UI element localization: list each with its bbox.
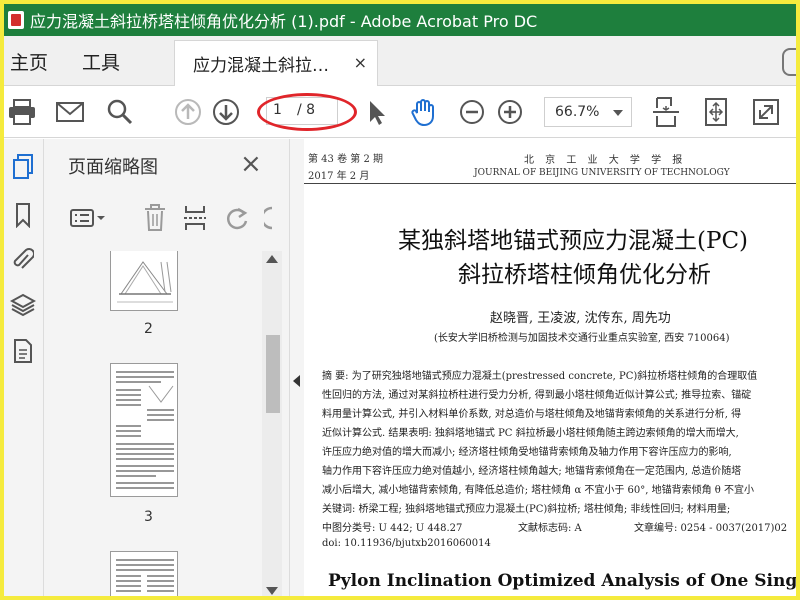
zoom-select[interactable]: 66.7% xyxy=(544,97,632,127)
english-title: Pylon Inclination Optimized Analysis of … xyxy=(328,571,796,591)
options-menu-icon[interactable] xyxy=(68,203,108,233)
scroll-down-icon[interactable] xyxy=(266,587,278,595)
abstract-line: 摘 要: 为了研究独塔地锚式预应力混凝土(prestressed concret… xyxy=(322,371,758,382)
rotate-icon[interactable] xyxy=(222,203,252,233)
journal-volume: 第 43 卷 第 2 期 2017 年 2 月 xyxy=(308,151,383,185)
search-icon[interactable] xyxy=(104,96,136,128)
collapse-panel-strip[interactable] xyxy=(290,139,304,596)
insert-page-icon[interactable] xyxy=(180,203,210,233)
keywords: 关键词: 桥梁工程; 独斜塔地锚式预应力混凝土(PC)斜拉桥; 塔柱倾角; 非线… xyxy=(322,504,731,515)
top-tabs-bar: 主页 工具 xyxy=(4,36,796,86)
document-tab-label: 应力混凝土斜拉桥... xyxy=(193,56,343,76)
window-title: 应力混凝土斜拉桥塔柱倾角优化分析 (1).pdf - Adobe Acrobat… xyxy=(30,12,538,31)
paper-title-line1: 某独斜塔地锚式预应力混凝土(PC) xyxy=(398,228,749,254)
zoom-value: 66.7% xyxy=(555,104,600,120)
delete-icon[interactable] xyxy=(140,203,170,233)
page-thumbnail[interactable] xyxy=(110,251,178,311)
zoom-out-icon[interactable] xyxy=(456,96,488,128)
paper-title-line2: 斜拉桥塔柱倾角优化分析 xyxy=(458,262,711,288)
paper-authors: 赵晓晋, 王凌波, 沈传东, 周先功 xyxy=(490,311,671,326)
attachment-icon[interactable] xyxy=(10,245,36,273)
acrobat-icon xyxy=(8,11,24,29)
thumbnail-label: 2 xyxy=(144,321,153,337)
red-annotation-ellipse xyxy=(257,93,357,131)
tab-home[interactable]: 主页 xyxy=(10,48,48,75)
document-tab[interactable]: 应力混凝土斜拉桥... × xyxy=(174,40,378,86)
abstract-line: 料用量计算公式, 并引入材料单价系数, 对总造价与塔柱倾角及地锚背索倾角的关系进… xyxy=(322,409,742,420)
thumbnails-scrollbar[interactable] xyxy=(262,251,282,596)
journal-name-english: JOURNAL OF BEIJING UNIVERSITY OF TECHNOL… xyxy=(474,168,730,178)
fit-width-icon[interactable] xyxy=(700,96,732,128)
fit-page-icon[interactable] xyxy=(648,96,684,128)
navigation-rail xyxy=(4,139,44,596)
thumbnails-list: 2 3 xyxy=(52,251,270,596)
journal-name: 北 京 工 业 大 学 学 报 xyxy=(524,155,687,166)
help-button[interactable] xyxy=(782,48,796,76)
fullscreen-icon[interactable] xyxy=(750,96,782,128)
tab-tools[interactable]: 工具 xyxy=(82,48,120,75)
page-thumbnail[interactable] xyxy=(110,363,178,497)
print-icon[interactable] xyxy=(6,96,38,128)
panel-title: 页面缩略图 xyxy=(68,157,158,178)
select-arrow-icon[interactable] xyxy=(360,96,392,128)
prev-page-icon[interactable] xyxy=(172,96,204,128)
title-bar: 应力混凝土斜拉桥塔柱倾角优化分析 (1).pdf - Adobe Acrobat… xyxy=(4,4,796,36)
thumbnail-label: 3 xyxy=(144,509,153,525)
more-tools-icon[interactable] xyxy=(262,203,276,233)
zoom-in-icon[interactable] xyxy=(494,96,526,128)
scrollbar-thumb[interactable] xyxy=(266,335,280,413)
document-properties-icon[interactable] xyxy=(10,337,36,365)
bookmark-icon[interactable] xyxy=(10,201,36,229)
email-icon[interactable] xyxy=(54,96,86,128)
header-rule xyxy=(304,183,796,184)
close-panel-icon[interactable]: × xyxy=(240,149,262,179)
abstract-line: 性回归的方法, 通过对某斜拉桥柱进行受力分析, 得到最小塔柱倾角近似计算公式; … xyxy=(322,390,752,401)
scroll-up-icon[interactable] xyxy=(266,255,278,263)
document-code: 文献标志码: A xyxy=(518,523,582,534)
classification-number: 中图分类号: U 442; U 448.27 xyxy=(322,523,463,534)
app-window: 应力混凝土斜拉桥塔柱倾角优化分析 (1).pdf - Adobe Acrobat… xyxy=(0,0,800,600)
close-tab-icon[interactable]: × xyxy=(354,53,367,72)
hand-icon[interactable] xyxy=(408,96,440,128)
journal-issue: 第 43 卷 第 2 期 xyxy=(308,154,383,165)
page-thumbnails-icon[interactable] xyxy=(10,153,36,181)
paper-affiliation: (长安大学旧桥检测与加固技术交通行业重点实验室, 西安 710064) xyxy=(434,333,730,344)
abstract-line: 减小后增大, 减小地锚背索倾角, 有降低总造价; 塔柱倾角 α 不宜小于 60°… xyxy=(322,485,755,496)
abstract-line: 许压应力绝对值的增大而减小; 经济塔柱倾角受地锚背索倾角及轴力作用下容许压应力的… xyxy=(322,447,732,458)
page-thumbnail[interactable] xyxy=(110,551,178,596)
layers-icon[interactable] xyxy=(10,291,36,319)
page-thumbnails-panel: 页面缩略图 × 2 3 xyxy=(44,139,290,596)
chevron-down-icon xyxy=(613,110,623,116)
next-page-icon[interactable] xyxy=(210,96,242,128)
main-toolbar xyxy=(4,86,796,138)
doi: doi: 10.11936/bjutxb2016060014 xyxy=(322,538,491,549)
article-number: 文章编号: 0254 - 0037(2017)02 xyxy=(634,523,788,534)
abstract-line: 轴力作用下容许压应力绝对值越小, 经济塔柱倾角越大; 地锚背索倾角在一定范围内,… xyxy=(322,466,742,477)
document-view[interactable]: 第 43 卷 第 2 期 2017 年 2 月 北 京 工 业 大 学 学 报 … xyxy=(304,139,796,596)
abstract-line: 近似计算公式. 结果表明: 独斜塔地锚式 PC 斜拉桥最小塔柱倾角随主跨边索倾角… xyxy=(322,428,739,439)
collapse-arrow-icon[interactable] xyxy=(293,375,300,387)
